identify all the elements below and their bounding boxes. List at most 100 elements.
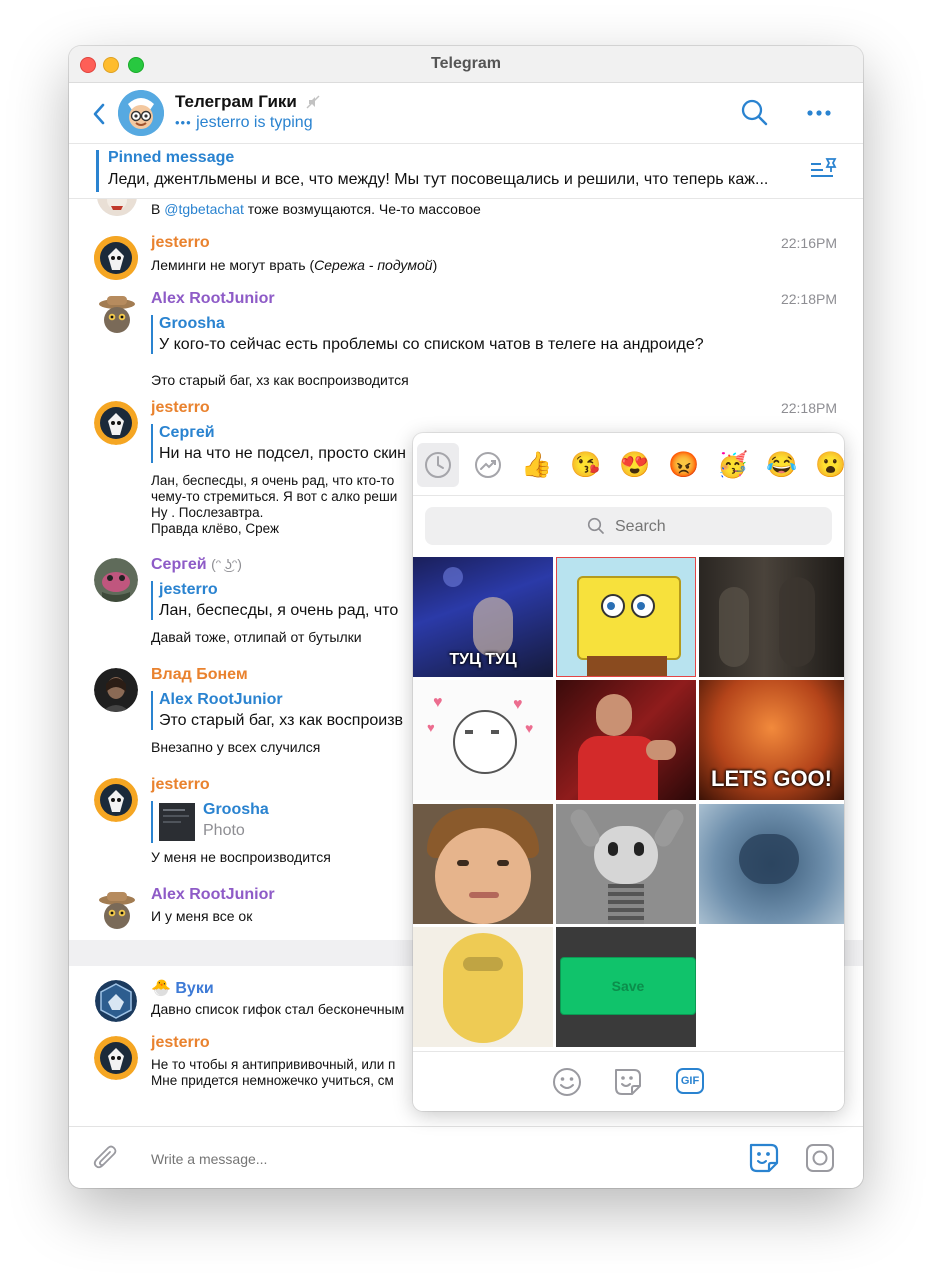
- message-text: И у меня все ок: [151, 908, 253, 924]
- kiss-emoji[interactable]: 😘: [566, 445, 606, 485]
- gif-caption: LETS GOO!: [711, 766, 832, 791]
- sender-avatar[interactable]: [96, 292, 138, 334]
- reply-author: Groosha: [203, 801, 269, 818]
- sender-name[interactable]: Сергей: [151, 556, 207, 573]
- reply-quote[interactable]: Сергей Ни на что не подсел, просто скин: [151, 424, 406, 463]
- gif-search-field[interactable]: [425, 507, 832, 545]
- back-button[interactable]: [87, 99, 113, 129]
- video-message-button[interactable]: [804, 1142, 836, 1174]
- message[interactable]: jesterro 22:16PM Леминги не могут врать …: [69, 232, 863, 280]
- gif-item[interactable]: LETS GOO!: [699, 680, 844, 800]
- emoji-tab-button[interactable]: [551, 1066, 583, 1098]
- sender-name[interactable]: jesterro: [151, 234, 210, 252]
- typing-status: ••• jesterro is typing: [175, 114, 313, 132]
- angry-emoji[interactable]: 😡: [664, 445, 704, 485]
- pin-list-icon: [811, 158, 837, 177]
- sender-name[interactable]: Alex RootJunior: [151, 290, 275, 308]
- sender-avatar[interactable]: [96, 888, 138, 930]
- message-text: В @tgbetachat тоже возмущаются. Че-то ма…: [151, 201, 481, 217]
- sender-name-suffix: (ᵔ ͜ʖᵔ): [211, 556, 242, 572]
- message[interactable]: В @tgbetachat тоже возмущаются. Че-то ма…: [69, 198, 863, 220]
- pinned-text: Леди, джентльмены и все, что между! Мы т…: [108, 171, 769, 188]
- gif-item[interactable]: [413, 804, 553, 924]
- reply-quote[interactable]: Groosha Photo: [151, 801, 269, 843]
- gif-item[interactable]: Save: [556, 927, 696, 1047]
- gif-item[interactable]: [699, 804, 844, 924]
- tears-of-joy-emoji[interactable]: 😂: [762, 445, 802, 485]
- gif-item[interactable]: [556, 680, 696, 800]
- pinned-list-button[interactable]: [809, 156, 839, 182]
- search-button[interactable]: [739, 98, 769, 128]
- sender-avatar[interactable]: [94, 1036, 138, 1080]
- recent-clock-icon: [425, 452, 451, 478]
- sender-avatar[interactable]: [97, 198, 137, 216]
- typing-text: jesterro is typing: [196, 114, 313, 131]
- pinned-accent-bar: [96, 150, 99, 192]
- reply-photo-thumbnail: [159, 803, 195, 841]
- gif-category-tabs: 👍 😘 😍 😡 🥳 😂 😮: [413, 433, 844, 496]
- party-emoji[interactable]: 🥳: [713, 445, 753, 485]
- pinned-label: Pinned message: [108, 149, 235, 166]
- sender-avatar[interactable]: [95, 980, 137, 1022]
- message-time: 22:16PM: [780, 235, 837, 251]
- message-text: Внезапно у всех случился: [151, 739, 321, 755]
- chevron-left-icon: [93, 103, 105, 125]
- attach-button[interactable]: [91, 1143, 121, 1173]
- pinned-message-bar[interactable]: Pinned message Леди, джентльмены и все, …: [69, 144, 863, 199]
- gif-item[interactable]: [556, 557, 696, 677]
- gif-item[interactable]: ТУЦ ТУЦ: [413, 557, 553, 677]
- thumbs-up-emoji[interactable]: 👍: [517, 445, 557, 485]
- reply-author: Groosha: [159, 315, 225, 332]
- sticker-emoji-button[interactable]: [747, 1141, 781, 1175]
- trending-tab[interactable]: [468, 445, 508, 485]
- sticker-tab-button[interactable]: [612, 1066, 644, 1098]
- chat-avatar[interactable]: [118, 90, 164, 136]
- recent-tab[interactable]: [417, 443, 459, 487]
- sender-name[interactable]: Alex RootJunior: [151, 886, 275, 904]
- mention-link[interactable]: @tgbetachat: [164, 201, 244, 217]
- reply-quote[interactable]: Groosha У кого-то сейчас есть проблемы с…: [151, 315, 704, 354]
- sender-name[interactable]: jesterro: [151, 776, 210, 794]
- sender-avatar[interactable]: [94, 778, 138, 822]
- reply-text: Photo: [203, 822, 245, 839]
- gif-item[interactable]: ♥ ♥ ♥ ♥: [413, 680, 553, 800]
- message-text: Давай тоже, отлипай от бутылки: [151, 629, 362, 645]
- message-text-italic: Сережа - подумой: [314, 257, 433, 273]
- message-text-line: чему-то стремиться. Я вот с алко реши: [151, 489, 398, 504]
- more-button[interactable]: [805, 104, 835, 122]
- gif-tab-button[interactable]: GIF: [674, 1066, 706, 1098]
- sender-avatar[interactable]: [94, 558, 138, 602]
- gif-item[interactable]: [556, 804, 696, 924]
- picker-bottom-bar: GIF: [413, 1051, 844, 1111]
- reply-author: jesterro: [159, 581, 218, 598]
- sender-name[interactable]: Влад Бонем: [151, 666, 248, 684]
- surprised-emoji[interactable]: 😮: [811, 445, 844, 485]
- reply-quote[interactable]: jesterro Лан, беспесды, я очень рад, что: [151, 581, 398, 620]
- reply-author: Alex RootJunior: [159, 691, 283, 708]
- message-time: 22:18PM: [780, 400, 837, 416]
- sender-name[interactable]: jesterro: [151, 1034, 210, 1052]
- message-text: Это старый баг, хз как воспроизводится: [151, 372, 409, 388]
- message-text: Леминги не могут врать (Сережа - подумой…: [151, 257, 437, 273]
- gif-item[interactable]: [699, 557, 844, 677]
- gif-item[interactable]: [413, 927, 553, 1047]
- gif-search-input[interactable]: [613, 516, 817, 538]
- window-title: Telegram: [431, 55, 501, 72]
- reply-quote[interactable]: Alex RootJunior Это старый баг, хз как в…: [151, 691, 403, 730]
- reply-text: Это старый баг, хз как воспроизв: [159, 712, 404, 729]
- sender-avatar[interactable]: [94, 236, 138, 280]
- message-text: Давно список гифок стал бесконечным: [151, 1001, 405, 1017]
- chat-header: Телеграм Гики ••• jesterro is typing: [69, 83, 863, 144]
- message-text-part: Леминги не могут врать (: [151, 257, 315, 273]
- sender-avatar[interactable]: [94, 401, 138, 445]
- sender-avatar[interactable]: [94, 668, 138, 712]
- typing-dots: •••: [175, 115, 192, 130]
- message-input[interactable]: [149, 1147, 713, 1171]
- sender-name[interactable]: Вуки: [175, 980, 213, 997]
- message-text-part: В: [151, 201, 165, 217]
- sender-name[interactable]: jesterro: [151, 399, 210, 417]
- chat-title[interactable]: Телеграм Гики: [175, 92, 297, 112]
- heart-eyes-emoji[interactable]: 😍: [615, 445, 655, 485]
- message[interactable]: Alex RootJunior 22:18PM Groosha У кого-т…: [69, 288, 863, 388]
- message-text-line: Правда клёво, Среж: [151, 521, 279, 536]
